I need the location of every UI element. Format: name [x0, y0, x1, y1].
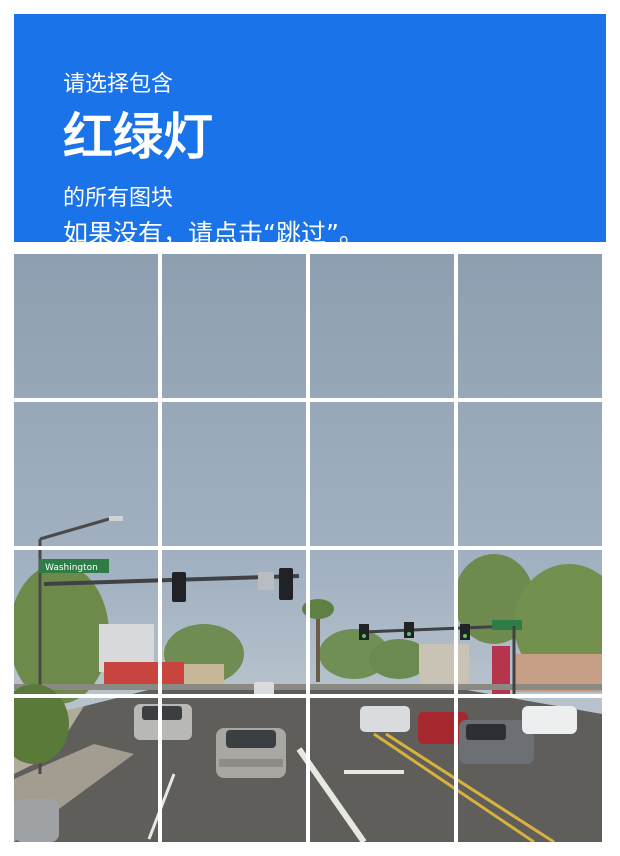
- target-object-label: 红绿灯: [63, 108, 213, 166]
- image-tile[interactable]: [162, 402, 306, 546]
- image-tile[interactable]: [458, 254, 602, 398]
- image-tile[interactable]: [162, 698, 306, 842]
- image-tile[interactable]: [310, 402, 454, 546]
- image-tile[interactable]: [14, 698, 158, 842]
- image-tile[interactable]: [310, 254, 454, 398]
- image-tile[interactable]: [14, 402, 158, 546]
- image-tile[interactable]: [310, 550, 454, 694]
- prompt-line-1: 请选择包含: [63, 72, 174, 97]
- challenge-header: 请选择包含 红绿灯 的所有图块 如果没有，请点击“跳过”。: [14, 14, 606, 242]
- image-tile[interactable]: [310, 698, 454, 842]
- prompt-line-2: 的所有图块: [63, 186, 174, 211]
- image-tile[interactable]: [162, 550, 306, 694]
- image-grid: Washington: [14, 254, 602, 842]
- skip-hint: 如果没有，请点击“跳过”。: [63, 219, 364, 242]
- image-tile[interactable]: [458, 698, 602, 842]
- image-tile[interactable]: [458, 550, 602, 694]
- image-tile[interactable]: [162, 254, 306, 398]
- image-tile[interactable]: [14, 254, 158, 398]
- image-tile[interactable]: [458, 402, 602, 546]
- image-tile[interactable]: [14, 550, 158, 694]
